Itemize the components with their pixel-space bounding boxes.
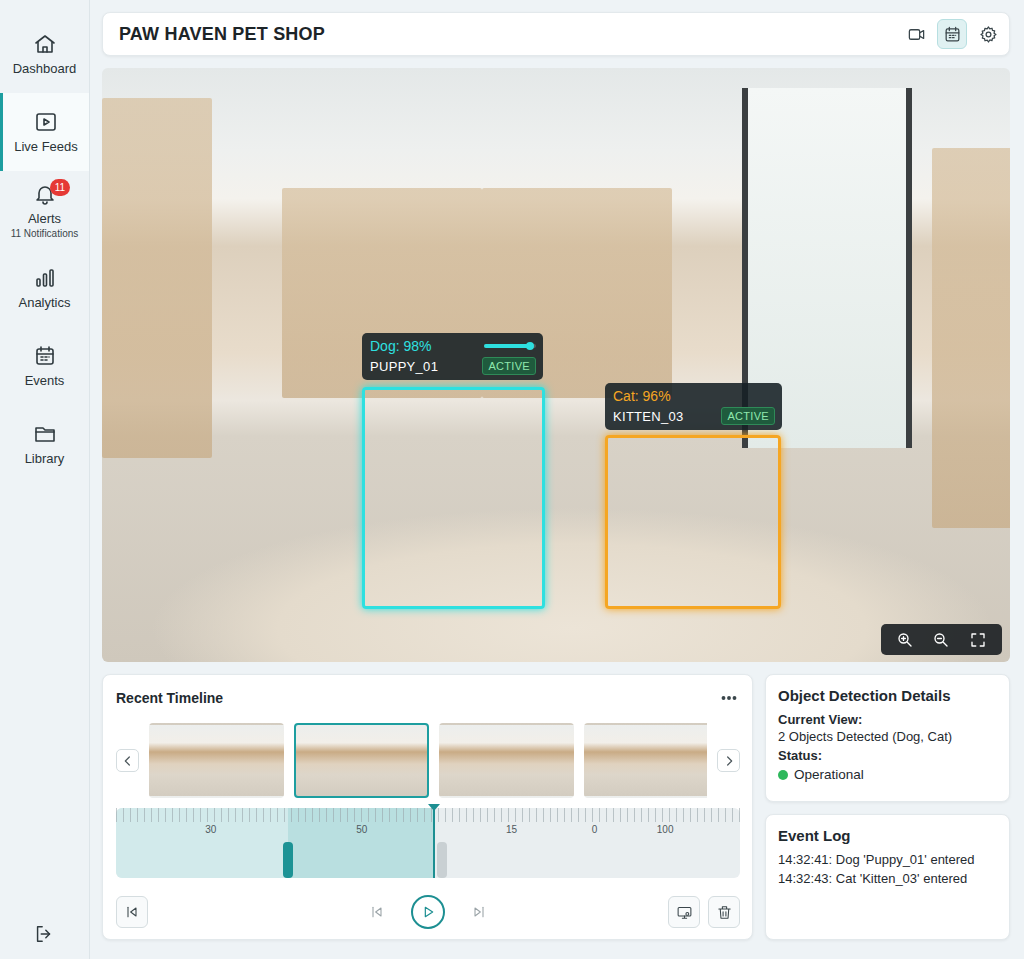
detection-label: Dog: 98% PUPPY_01 ACTIVE (362, 333, 543, 380)
event-log-title: Event Log (778, 827, 997, 844)
fullscreen-icon (969, 631, 987, 649)
calendar-icon (33, 344, 57, 368)
settings-button[interactable] (973, 19, 1003, 49)
zoom-out-button[interactable] (932, 631, 950, 649)
more-button[interactable] (718, 687, 740, 709)
more-icon (718, 687, 740, 709)
tick-label: 15 (506, 824, 517, 835)
tick-label: 30 (205, 824, 216, 835)
notification-count: 11 Notifications (11, 228, 79, 239)
status-value: Operational (794, 767, 864, 782)
chevron-left-icon (120, 753, 136, 769)
sidebar-item[interactable]: Alerts 11 Notifications 11 (0, 171, 89, 249)
range-end-handle[interactable] (437, 842, 447, 878)
status-dot (778, 770, 788, 780)
sidebar-label: Library (25, 451, 65, 466)
detection-confidence: Dog: 98% (370, 338, 431, 354)
calendar-button[interactable] (937, 19, 967, 49)
details-title: Object Detection Details (778, 687, 997, 704)
video-button[interactable] (901, 19, 931, 49)
skip-start-icon (124, 904, 140, 920)
detection-label: Cat: 96% KITTEN_03 ACTIVE (605, 383, 782, 430)
sidebar: Dashboard Live Feeds Alerts 11 Notification… (0, 0, 90, 959)
live-camera-feed: Dog: 98% PUPPY_01 ACTIVE Cat: 96% KITTEN_03 A… (102, 68, 1010, 662)
confidence-bar (484, 344, 536, 348)
home-icon (33, 32, 57, 56)
sidebar-label: Dashboard (13, 61, 77, 76)
current-view-label: Current View: (778, 712, 997, 727)
logout-button[interactable] (0, 923, 89, 945)
timeline-thumbnail[interactable] (294, 723, 429, 798)
sidebar-item[interactable]: Analytics (0, 249, 89, 327)
status-label: Status: (778, 748, 997, 763)
chevron-right-icon (721, 753, 737, 769)
next-frame-button[interactable] (471, 904, 487, 920)
status-badge: ACTIVE (721, 407, 775, 425)
sidebar-label: Events (25, 373, 65, 388)
next-button[interactable] (717, 749, 740, 772)
previous-icon (369, 904, 385, 920)
fullscreen-button[interactable] (969, 631, 987, 649)
sidebar-item[interactable]: Live Feeds (0, 93, 89, 171)
playhead[interactable] (433, 804, 435, 878)
alert-badge: 11 (50, 179, 70, 196)
delete-button[interactable] (708, 896, 740, 928)
monitor-icon (676, 904, 693, 921)
play-button[interactable] (411, 895, 445, 929)
sidebar-label: Alerts (28, 211, 61, 226)
sidebar-item[interactable]: Dashboard (0, 15, 89, 93)
timeline-panel: Recent Timeline 30 50 15 0 100 (102, 674, 753, 940)
bar-chart-icon (33, 266, 57, 290)
screen-button[interactable] (668, 896, 700, 928)
timeline-thumbnail[interactable] (584, 723, 707, 798)
skip-to-start-button[interactable] (116, 896, 148, 928)
detection-details-panel: Object Detection Details Current View: 2 O… (765, 674, 1010, 802)
log-entry: 14:32:41: Dog 'Puppy_01' entered (778, 852, 997, 867)
object-id: PUPPY_01 (370, 359, 438, 374)
live-feed-icon (34, 110, 58, 134)
bounding-box (362, 387, 545, 609)
trash-icon (716, 904, 733, 921)
log-entry: 14:32:43: Cat 'Kitten_03' entered (778, 871, 997, 886)
gear-icon (979, 25, 998, 44)
bounding-box (605, 435, 781, 609)
timeline-scrubber[interactable]: 30 50 15 0 100 (116, 808, 740, 878)
sidebar-item[interactable]: Library (0, 405, 89, 483)
sidebar-label: Analytics (18, 295, 70, 310)
sidebar-label: Live Feeds (14, 139, 78, 154)
zoom-in-button[interactable] (896, 631, 914, 649)
confidence-fill (484, 344, 531, 348)
status-badge: ACTIVE (482, 357, 536, 375)
timeline-thumbnail[interactable] (149, 723, 284, 798)
tick-label: 100 (657, 824, 674, 835)
current-view-value: 2 Objects Detected (Dog, Cat) (778, 729, 997, 744)
header-bar: PAW HAVEN PET SHOP (102, 12, 1010, 56)
zoom-in-icon (896, 631, 914, 649)
previous-frame-button[interactable] (369, 904, 385, 920)
sidebar-item[interactable]: Events (0, 327, 89, 405)
zoom-out-icon (932, 631, 950, 649)
detection-confidence: Cat: 96% (613, 388, 671, 404)
timeline-title: Recent Timeline (116, 690, 223, 706)
object-id: KITTEN_03 (613, 409, 684, 424)
tick-label: 50 (356, 824, 367, 835)
calendar-icon (943, 25, 962, 44)
folder-icon (33, 422, 57, 446)
zoom-controls (881, 624, 1002, 655)
play-icon (420, 904, 436, 920)
next-icon (471, 904, 487, 920)
shop-title: PAW HAVEN PET SHOP (119, 24, 325, 45)
tick-label: 0 (592, 824, 598, 835)
previous-button[interactable] (116, 749, 139, 772)
video-camera-icon (907, 25, 926, 44)
timeline-thumbnail[interactable] (439, 723, 574, 798)
logout-icon (33, 923, 55, 945)
range-start-handle[interactable] (283, 842, 293, 878)
event-log-panel: Event Log 14:32:41: Dog 'Puppy_01' entere… (765, 814, 1010, 940)
